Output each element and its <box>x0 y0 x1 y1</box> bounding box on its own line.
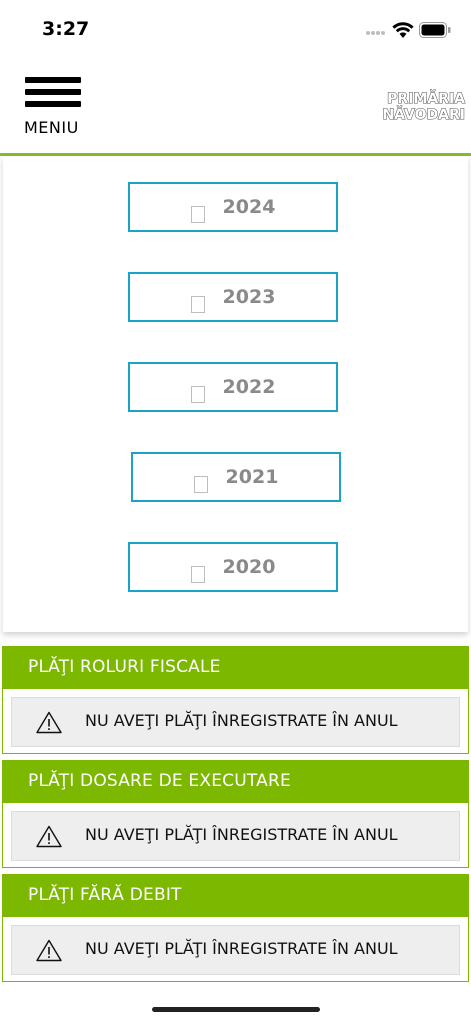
section-fara-debit: PLĂŢI FĂRĂ DEBIT NU AVEŢI PLĂŢI ÎNREGIST… <box>2 874 469 982</box>
no-payments-notice: NU AVEŢI PLĂŢI ÎNREGISTRATE ÎN ANUL <box>11 925 460 975</box>
app-screen: 3:27 MENIU PRIMĂRIA NĂVODARI 2024 2023 2… <box>0 0 471 1024</box>
status-time: 3:27 <box>42 18 90 40</box>
app-header: MENIU PRIMĂRIA NĂVODARI <box>0 60 471 154</box>
checkbox-icon <box>190 295 205 313</box>
svg-text:NĂVODARI: NĂVODARI <box>382 105 465 122</box>
svg-text:PRIMĂRIA: PRIMĂRIA <box>387 89 465 107</box>
home-indicator[interactable] <box>152 1007 320 1012</box>
year-label: 2021 <box>225 466 279 488</box>
section-title: PLĂŢI DOSARE DE EXECUTARE <box>28 771 291 791</box>
checkbox-icon <box>190 385 205 403</box>
section-roluri-fiscale: PLĂŢI ROLURI FISCALE NU AVEŢI PLĂŢI ÎNRE… <box>2 646 469 754</box>
checkbox-icon <box>190 565 205 583</box>
menu-button[interactable]: MENIU <box>22 76 86 140</box>
status-bar: 3:27 <box>0 0 471 60</box>
section-header[interactable]: PLĂŢI DOSARE DE EXECUTARE <box>3 761 468 803</box>
section-title: PLĂŢI FĂRĂ DEBIT <box>28 885 182 905</box>
warning-icon <box>36 711 62 734</box>
warning-icon <box>36 939 62 962</box>
year-label: 2020 <box>222 556 276 578</box>
section-title: PLĂŢI ROLURI FISCALE <box>28 657 221 677</box>
year-button-2023[interactable]: 2023 <box>128 272 338 322</box>
year-button-2020[interactable]: 2020 <box>128 542 338 592</box>
menu-label: MENIU <box>24 118 79 137</box>
year-button-2021[interactable]: 2021 <box>131 452 341 502</box>
notice-text: NU AVEŢI PLĂŢI ÎNREGISTRATE ÎN ANUL <box>85 711 398 730</box>
year-label: 2022 <box>222 376 276 398</box>
no-payments-notice: NU AVEŢI PLĂŢI ÎNREGISTRATE ÎN ANUL <box>11 697 460 747</box>
no-payments-notice: NU AVEŢI PLĂŢI ÎNREGISTRATE ÎN ANUL <box>11 811 460 861</box>
primaria-navodari-logo: PRIMĂRIA NĂVODARI <box>382 88 466 122</box>
checkbox-icon <box>190 205 205 223</box>
section-header[interactable]: PLĂŢI ROLURI FISCALE <box>3 647 468 689</box>
notice-text: NU AVEŢI PLĂŢI ÎNREGISTRATE ÎN ANUL <box>85 939 398 958</box>
section-header[interactable]: PLĂŢI FĂRĂ DEBIT <box>3 875 468 917</box>
year-label: 2023 <box>222 286 276 308</box>
checkbox-icon <box>193 475 208 493</box>
wifi-icon <box>392 22 414 38</box>
signal-dots-icon <box>366 31 386 37</box>
year-button-2024[interactable]: 2024 <box>128 182 338 232</box>
warning-icon <box>36 825 62 848</box>
years-card: 2024 2023 2022 2021 2020 <box>3 156 468 632</box>
year-label: 2024 <box>222 196 276 218</box>
year-button-2022[interactable]: 2022 <box>128 362 338 412</box>
section-dosare-executare: PLĂŢI DOSARE DE EXECUTARE NU AVEŢI PLĂŢI… <box>2 760 469 868</box>
battery-icon <box>419 22 451 38</box>
notice-text: NU AVEŢI PLĂŢI ÎNREGISTRATE ÎN ANUL <box>85 825 398 844</box>
